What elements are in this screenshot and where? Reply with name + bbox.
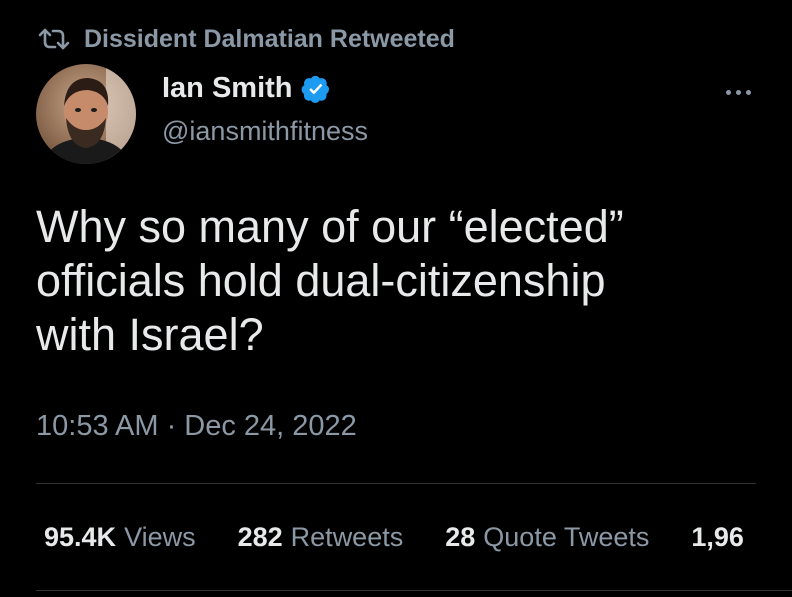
- tweet-text-line: officials hold dual-citizenship: [36, 255, 606, 306]
- retweet-context-label: Dissident Dalmatian Retweeted: [84, 24, 455, 53]
- tweet-timestamp[interactable]: 10:53 AM · Dec 24, 2022: [36, 410, 357, 443]
- quote-tweets-stat[interactable]: 28 Quote Tweets: [445, 522, 649, 553]
- tweet-text-line: with Israel?: [36, 309, 264, 360]
- views-count: 95.4K: [44, 522, 117, 552]
- author-display-name[interactable]: Ian Smith: [162, 72, 293, 105]
- retweets-count: 282: [237, 522, 283, 552]
- quote-tweets-count: 28: [445, 522, 476, 552]
- retweets-stat[interactable]: 282 Retweets: [238, 522, 404, 553]
- verified-badge-icon: [301, 74, 331, 104]
- likes-count: 1,96: [691, 522, 744, 552]
- quote-tweets-label: Quote Tweets: [483, 522, 650, 552]
- tweet-stats: 95.4K Views 282 Retweets 28 Quote Tweets…: [44, 522, 792, 553]
- retweet-icon: [36, 27, 72, 51]
- tweet-text-line: Why so many of our “elected”: [36, 201, 624, 252]
- likes-stat[interactable]: 1,96: [691, 522, 752, 553]
- divider: [36, 590, 792, 591]
- retweets-label: Retweets: [290, 522, 404, 552]
- avatar[interactable]: [36, 64, 136, 164]
- author-handle[interactable]: @iansmithfitness: [162, 116, 368, 147]
- divider: [36, 483, 756, 484]
- more-icon-dot: [745, 89, 751, 95]
- views-label: Views: [124, 522, 196, 552]
- retweet-context[interactable]: Dissident Dalmatian Retweeted: [36, 24, 455, 54]
- views-stat[interactable]: 95.4K Views: [44, 522, 196, 553]
- more-icon-dot: [735, 89, 741, 95]
- more-options-button[interactable]: [718, 80, 758, 104]
- more-icon: [725, 89, 731, 95]
- tweet-text: Why so many of our “elected” officials h…: [36, 200, 756, 362]
- author-name-row[interactable]: Ian Smith: [162, 72, 331, 105]
